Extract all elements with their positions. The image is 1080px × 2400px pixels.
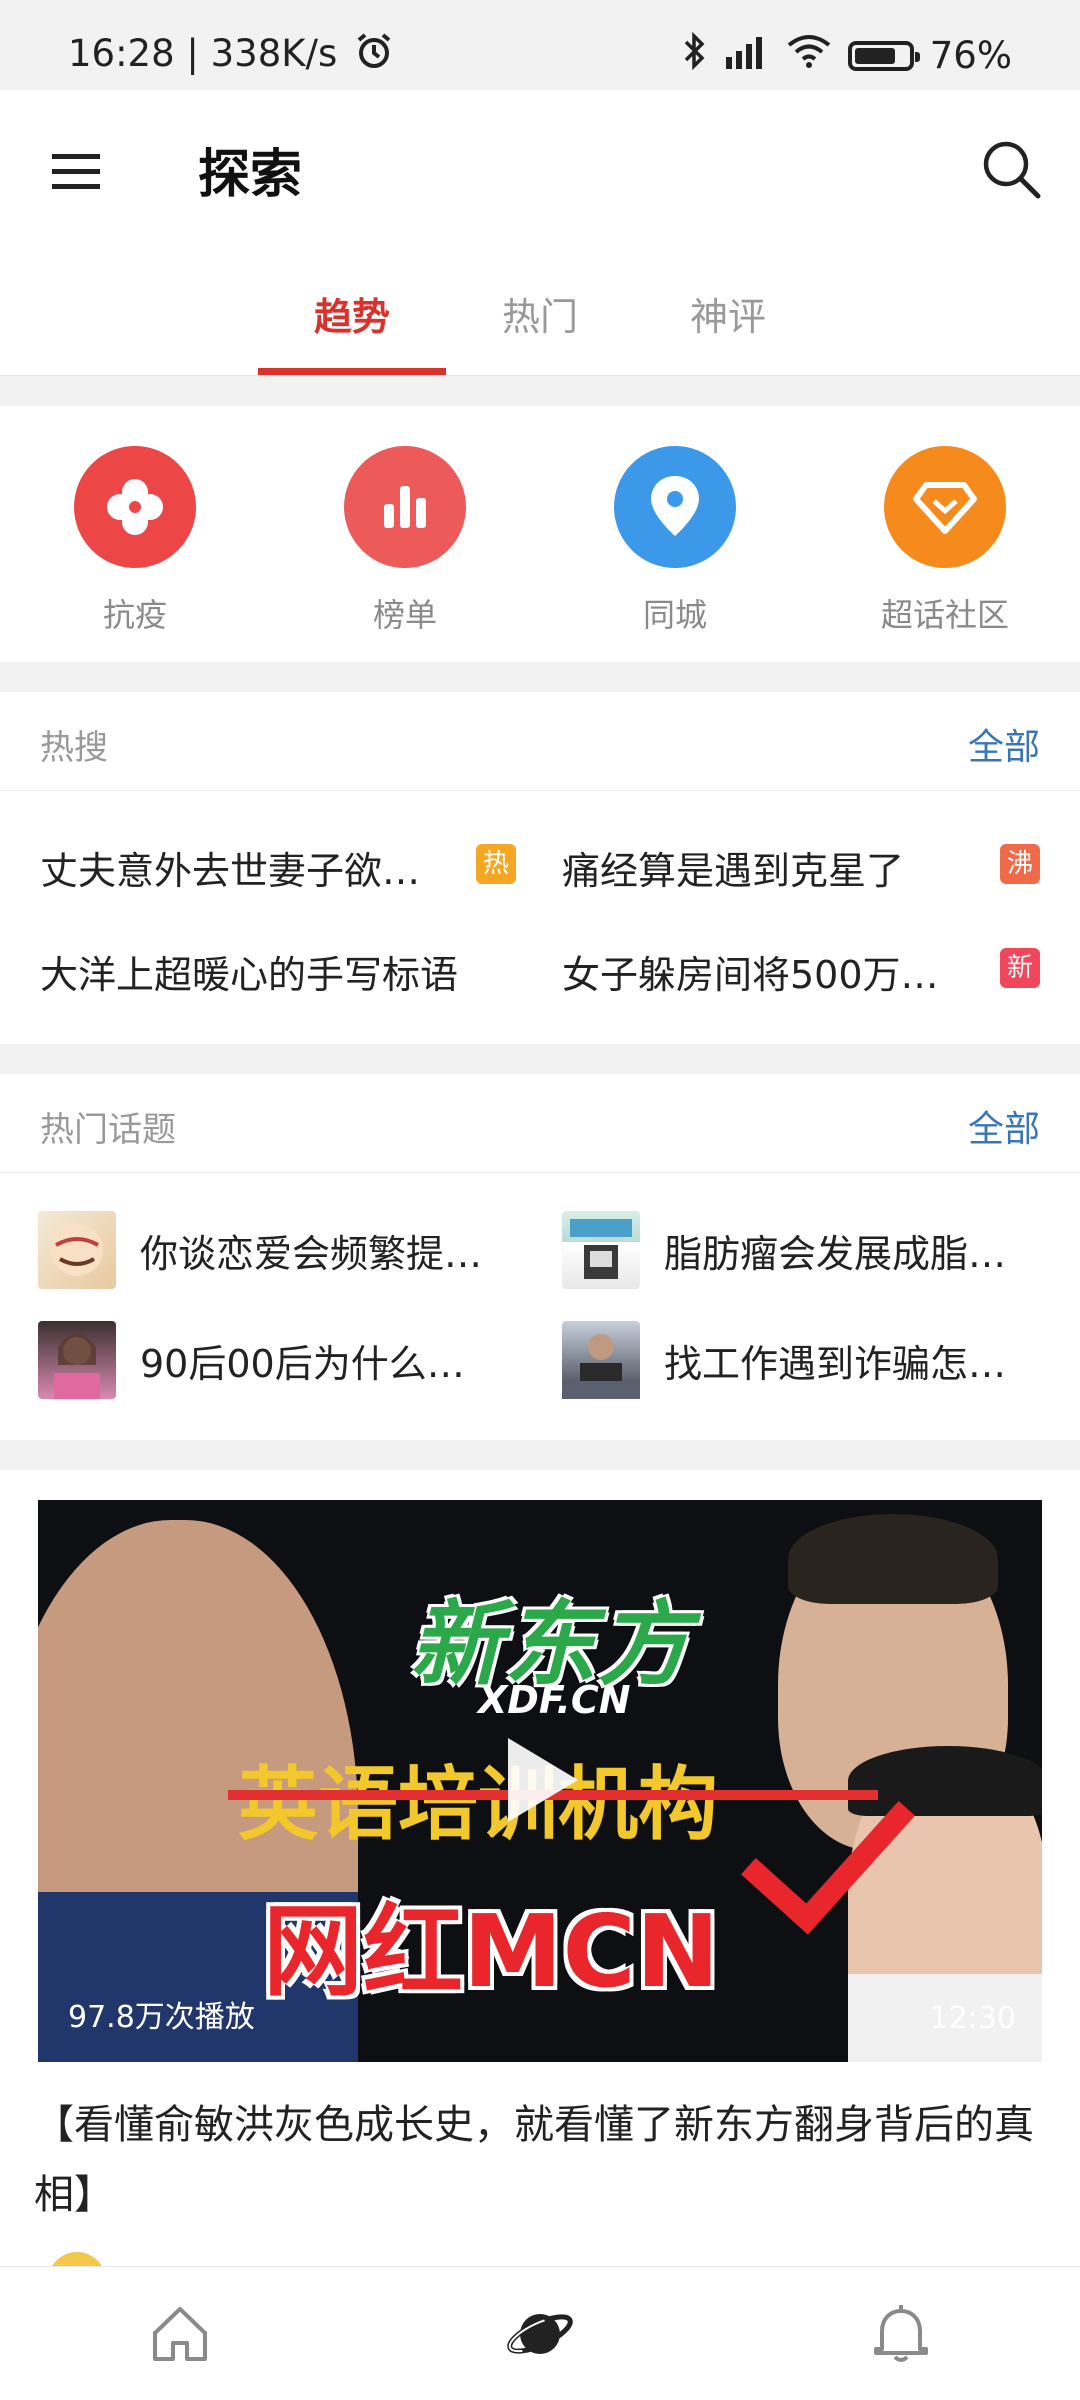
home-icon[interactable] bbox=[145, 2299, 215, 2369]
topic-thumbnail bbox=[38, 1211, 116, 1289]
topic-item[interactable]: 你谈恋爱会频繁提… bbox=[38, 1210, 482, 1290]
quick-link-label: 超话社区 bbox=[880, 596, 1009, 634]
hot-search-all-link[interactable]: 全部 bbox=[968, 718, 1040, 770]
topic-thumbnail bbox=[562, 1211, 640, 1289]
topic-text: 找工作遇到诈骗怎… bbox=[664, 1341, 1007, 1386]
status-left: 16:28 | 338K/s bbox=[68, 32, 393, 79]
hot-search-item[interactable]: 痛经算是遇到克星了 bbox=[562, 840, 904, 895]
section-title: 热搜 bbox=[40, 728, 108, 768]
diamond-icon bbox=[884, 446, 1006, 568]
page-title: 探索 bbox=[198, 145, 303, 205]
tab-comments[interactable]: 神评 bbox=[690, 286, 766, 341]
menu-icon[interactable] bbox=[48, 146, 108, 198]
clover-icon bbox=[74, 446, 196, 568]
topic-thumbnail bbox=[562, 1321, 640, 1399]
quick-link-supertopic[interactable]: 超话社区 bbox=[845, 446, 1045, 636]
tab-hot[interactable]: 热门 bbox=[502, 286, 578, 341]
tab-trend[interactable]: 趋势 bbox=[314, 286, 390, 341]
new-badge: 新 bbox=[1000, 948, 1040, 988]
video-headline-2: 网红MCN bbox=[263, 1893, 720, 2010]
feed-card: 新东方 XDF.CN 英语培训机构 网红MCN 97.8万次播放 12:30 【… bbox=[0, 1470, 1080, 2282]
tab-underline bbox=[258, 368, 446, 375]
topic-text: 你谈恋爱会频繁提… bbox=[140, 1231, 483, 1276]
hot-search-section: 热搜 全部 丈夫意外去世妻子欲… 热 痛经算是遇到克星了 沸 大洋上超暖心的手写… bbox=[0, 692, 1080, 1044]
status-time: 16:28 bbox=[68, 32, 175, 75]
divider bbox=[0, 1172, 1080, 1173]
topic-item[interactable]: 找工作遇到诈骗怎… bbox=[562, 1320, 1006, 1400]
divider bbox=[0, 790, 1080, 791]
alarm-icon bbox=[355, 32, 393, 79]
status-bar: 16:28 | 338K/s 76% bbox=[0, 0, 1080, 90]
video-player[interactable]: 新东方 XDF.CN 英语培训机构 网红MCN 97.8万次播放 12:30 bbox=[38, 1500, 1042, 2062]
wifi-icon bbox=[786, 33, 832, 78]
status-speed: 338K/s bbox=[210, 32, 338, 75]
topic-item[interactable]: 90后00后为什么… bbox=[38, 1320, 465, 1400]
topic-item[interactable]: 脂肪瘤会发展成脂… bbox=[562, 1210, 1006, 1290]
hot-topics-section: 热门话题 全部 你谈恋爱会频繁提… 脂肪瘤会发展成脂… 90后00后为什么… 找… bbox=[0, 1074, 1080, 1440]
hot-search-item[interactable]: 女子躲房间将500万… bbox=[562, 944, 939, 999]
status-right: 76% bbox=[682, 31, 1012, 79]
feed-caption[interactable]: 【看懂俞敏洪灰色成长史，就看懂了新东方翻身背后的真相】 bbox=[34, 2090, 1044, 2230]
bluetooth-icon bbox=[682, 31, 708, 79]
topic-text: 脂肪瘤会发展成脂… bbox=[664, 1231, 1007, 1276]
video-logo-sub: XDF.CN bbox=[478, 1678, 631, 1722]
search-icon[interactable] bbox=[980, 138, 1044, 202]
battery-text: 76% bbox=[929, 34, 1012, 77]
hot-search-item[interactable]: 大洋上超暖心的手写标语 bbox=[40, 944, 458, 999]
topic-thumbnail bbox=[38, 1321, 116, 1399]
hot-search-item[interactable]: 丈夫意外去世妻子欲… bbox=[40, 840, 420, 895]
bell-icon[interactable] bbox=[866, 2299, 936, 2369]
bar-chart-icon bbox=[344, 446, 466, 568]
quick-links: 抗疫 榜单 同城 超话社区 bbox=[0, 406, 1080, 662]
section-title: 热门话题 bbox=[40, 1110, 176, 1150]
quick-link-ranking[interactable]: 榜单 bbox=[305, 446, 505, 636]
quick-link-label: 榜单 bbox=[372, 596, 437, 634]
play-count: 97.8万次播放 bbox=[68, 2000, 255, 2035]
quick-link-label: 同城 bbox=[642, 596, 707, 634]
tab-bar: 趋势 热门 神评 bbox=[0, 250, 1080, 376]
hot-topics-all-link[interactable]: 全部 bbox=[968, 1100, 1040, 1152]
boiling-badge: 沸 bbox=[1000, 844, 1040, 884]
planet-icon[interactable] bbox=[505, 2299, 575, 2369]
video-duration: 12:30 bbox=[929, 2001, 1016, 2036]
app-bar: 探索 bbox=[0, 90, 1080, 250]
battery-icon bbox=[847, 40, 920, 71]
bottom-nav bbox=[0, 2266, 1080, 2400]
quick-link-label: 抗疫 bbox=[102, 596, 167, 634]
play-icon[interactable] bbox=[508, 1738, 578, 1822]
location-pin-icon bbox=[614, 446, 736, 568]
quick-link-local[interactable]: 同城 bbox=[575, 446, 775, 636]
quick-link-antiepidemic[interactable]: 抗疫 bbox=[35, 446, 235, 636]
topic-text: 90后00后为什么… bbox=[140, 1341, 465, 1386]
signal-icon bbox=[724, 33, 770, 78]
hot-badge: 热 bbox=[476, 844, 516, 884]
